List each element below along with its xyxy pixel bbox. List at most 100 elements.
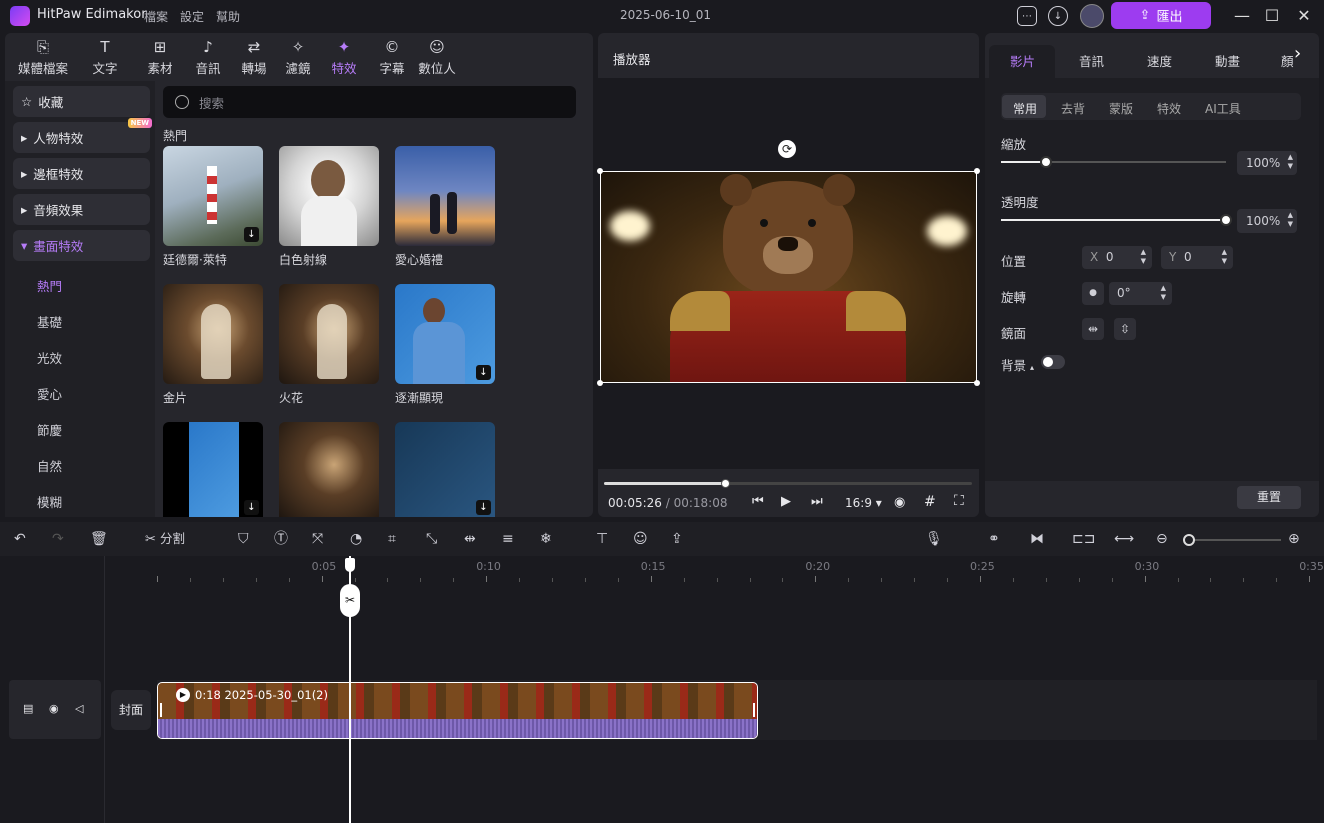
download-icon[interactable]: ↓ xyxy=(244,500,259,515)
menu-file[interactable]: 檔案 xyxy=(144,8,168,25)
opacity-knob[interactable] xyxy=(1220,214,1232,226)
menu-settings[interactable]: 設定 xyxy=(180,8,204,25)
grid-icon[interactable]: # xyxy=(924,494,936,510)
resize-handle[interactable] xyxy=(974,168,980,174)
resize-handle[interactable] xyxy=(597,168,603,174)
redo-icon[interactable]: ↷ xyxy=(52,530,64,548)
rotate-dial-icon[interactable]: ● xyxy=(1082,282,1104,305)
download-icon[interactable]: ↓ xyxy=(476,500,491,515)
time-ruler[interactable]: 0:05 0:10 0:15 0:20 0:25 0:30 0:35 xyxy=(0,556,1324,582)
stepper-icon[interactable]: ▲ ▼ xyxy=(1222,248,1227,266)
delete-icon[interactable]: 🗑 xyxy=(90,530,108,548)
split-at-playhead-icon[interactable]: ✂ xyxy=(340,584,360,617)
stepper-icon[interactable]: ▲ ▼ xyxy=(1161,284,1166,302)
resize-handle[interactable] xyxy=(597,380,603,386)
sidebar-item-border-effects[interactable]: ▸ 邊框特效 xyxy=(13,158,150,189)
download-icon[interactable]: ↓ xyxy=(244,227,259,242)
split-audio-icon[interactable]: ⧓ xyxy=(1030,530,1044,548)
film-icon[interactable]: ▤ xyxy=(23,702,33,715)
tab-media[interactable]: ⎘ 媒體檔案 xyxy=(13,37,73,77)
zoom-knob[interactable] xyxy=(1183,534,1195,546)
subtab-remove-bg[interactable]: 去背 xyxy=(1061,100,1085,117)
split-button[interactable]: ✂ 分割 xyxy=(145,530,205,548)
tab-video[interactable]: 影片 xyxy=(1010,51,1035,70)
subtab-common[interactable]: 常用 xyxy=(1013,100,1037,117)
tab-audio[interactable]: 音訊 xyxy=(1079,51,1104,70)
tab-animation[interactable]: 動畫 xyxy=(1215,51,1240,70)
crop-icon[interactable]: ⌗ xyxy=(388,530,396,548)
effect-thumb-tyndall[interactable]: ↓ xyxy=(163,146,263,246)
subtitle-tool-icon[interactable]: ⊤ xyxy=(596,530,608,548)
tab-text[interactable]: T 文字 xyxy=(75,37,135,77)
effect-thumb-gold-flakes[interactable] xyxy=(163,284,263,384)
background-toggle[interactable] xyxy=(1041,355,1065,369)
effect-thumb-sparks[interactable] xyxy=(279,284,379,384)
selection-frame[interactable] xyxy=(600,171,977,383)
minimize-icon[interactable]: — xyxy=(1232,6,1252,26)
fullscreen-icon[interactable]: ⛶ xyxy=(954,493,964,509)
next-frame-icon[interactable]: ⏭ xyxy=(811,494,823,509)
scale-field[interactable]: 100% ▲ ▼ xyxy=(1237,151,1297,175)
flip-vertical-icon[interactable]: ⇳ xyxy=(1114,318,1136,340)
scale-slider[interactable] xyxy=(1001,156,1226,168)
speed-icon[interactable]: ◔ xyxy=(350,530,362,548)
search-input[interactable]: 搜索 xyxy=(163,86,576,118)
close-icon[interactable]: ✕ xyxy=(1294,6,1314,26)
prev-frame-icon[interactable]: ⏮ xyxy=(752,494,764,509)
flip-icon[interactable]: ⇹ xyxy=(464,530,476,548)
volume-icon[interactable]: ◁ xyxy=(75,702,83,715)
effect-thumb-row3-2[interactable] xyxy=(279,422,379,517)
effect-thumb-white-rays[interactable] xyxy=(279,146,379,246)
opacity-field[interactable]: 100% ▲ ▼ xyxy=(1237,209,1297,233)
rotate-field[interactable]: 0° ▲ ▼ xyxy=(1109,282,1172,305)
stepper-icon[interactable]: ▲ ▼ xyxy=(1288,211,1293,229)
microphone-icon[interactable]: 🎙 xyxy=(925,530,943,548)
snapshot-icon[interactable]: ◉ xyxy=(894,495,905,510)
tab-avatar[interactable]: ☺ 數位人 xyxy=(407,37,467,77)
undo-icon[interactable]: ↶ xyxy=(14,530,26,548)
zoom-in-icon[interactable]: ⊕ xyxy=(1288,530,1300,548)
sidebar-item-screen-effects[interactable]: ▾ 畫面特效 xyxy=(13,230,150,261)
sidebar-sub-light[interactable]: 光效 xyxy=(37,348,62,367)
trim-icon[interactable]: ⤧ xyxy=(312,530,323,548)
progress-track[interactable] xyxy=(604,479,972,488)
resize-handle[interactable] xyxy=(974,380,980,386)
sidebar-sub-love[interactable]: 愛心 xyxy=(37,384,62,403)
playhead-handle[interactable] xyxy=(345,558,355,572)
sidebar-sub-blur[interactable]: 模糊 xyxy=(37,492,62,511)
video-clip[interactable]: ▶ 0:18 2025-05-30_01(2) xyxy=(157,682,758,739)
effect-thumb-fade-in[interactable]: ↓ xyxy=(395,284,495,384)
position-y-field[interactable]: Y 0 ▲ ▼ xyxy=(1161,246,1233,269)
chevron-right-icon[interactable]: › xyxy=(1294,43,1301,64)
subtab-effects[interactable]: 特效 xyxy=(1157,100,1181,117)
snap-icon[interactable]: ⊏⊐ xyxy=(1072,530,1095,548)
effect-thumb-row3-1[interactable]: ↓ xyxy=(163,422,263,517)
maximize-icon[interactable]: ☐ xyxy=(1262,6,1282,26)
fit-icon[interactable]: ⟷ xyxy=(1114,530,1134,548)
flip-horizontal-icon[interactable]: ⇹ xyxy=(1082,318,1104,340)
eye-icon[interactable]: ◉ xyxy=(49,702,59,715)
marker-icon[interactable]: ⛉ xyxy=(238,530,249,548)
subtab-ai-tools[interactable]: AI工具 xyxy=(1205,100,1241,117)
sidebar-item-character-effects[interactable]: ▸ 人物特效 NEW xyxy=(13,118,152,153)
avatar[interactable] xyxy=(1080,4,1104,28)
tab-color[interactable]: 顏 xyxy=(1281,51,1294,70)
align-icon[interactable]: ≡ xyxy=(502,530,514,548)
position-x-field[interactable]: X 0 ▲ ▼ xyxy=(1082,246,1152,269)
resize-icon[interactable]: ⤡ xyxy=(426,530,437,548)
stepper-icon[interactable]: ▲ ▼ xyxy=(1288,153,1293,171)
tab-speed[interactable]: 速度 xyxy=(1147,51,1172,70)
stepper-icon[interactable]: ▲ ▼ xyxy=(1141,248,1146,266)
cover-button[interactable]: 封面 xyxy=(111,690,151,730)
sidebar-sub-basic[interactable]: 基礎 xyxy=(37,312,62,331)
opacity-slider[interactable] xyxy=(1001,214,1232,226)
clip-trim-left[interactable] xyxy=(160,703,162,717)
text-tool-icon[interactable]: Ⓣ xyxy=(274,530,288,548)
download-icon[interactable]: ↓ xyxy=(476,365,491,380)
effect-thumb-row3-3[interactable]: ↓ xyxy=(395,422,495,517)
zoom-slider[interactable] xyxy=(1183,534,1281,546)
clip-trim-right[interactable] xyxy=(753,703,755,717)
effect-thumb-love-wedding[interactable] xyxy=(395,146,495,246)
feedback-icon[interactable]: ⋯ xyxy=(1017,6,1037,26)
download-icon[interactable]: ↓ xyxy=(1048,6,1068,26)
